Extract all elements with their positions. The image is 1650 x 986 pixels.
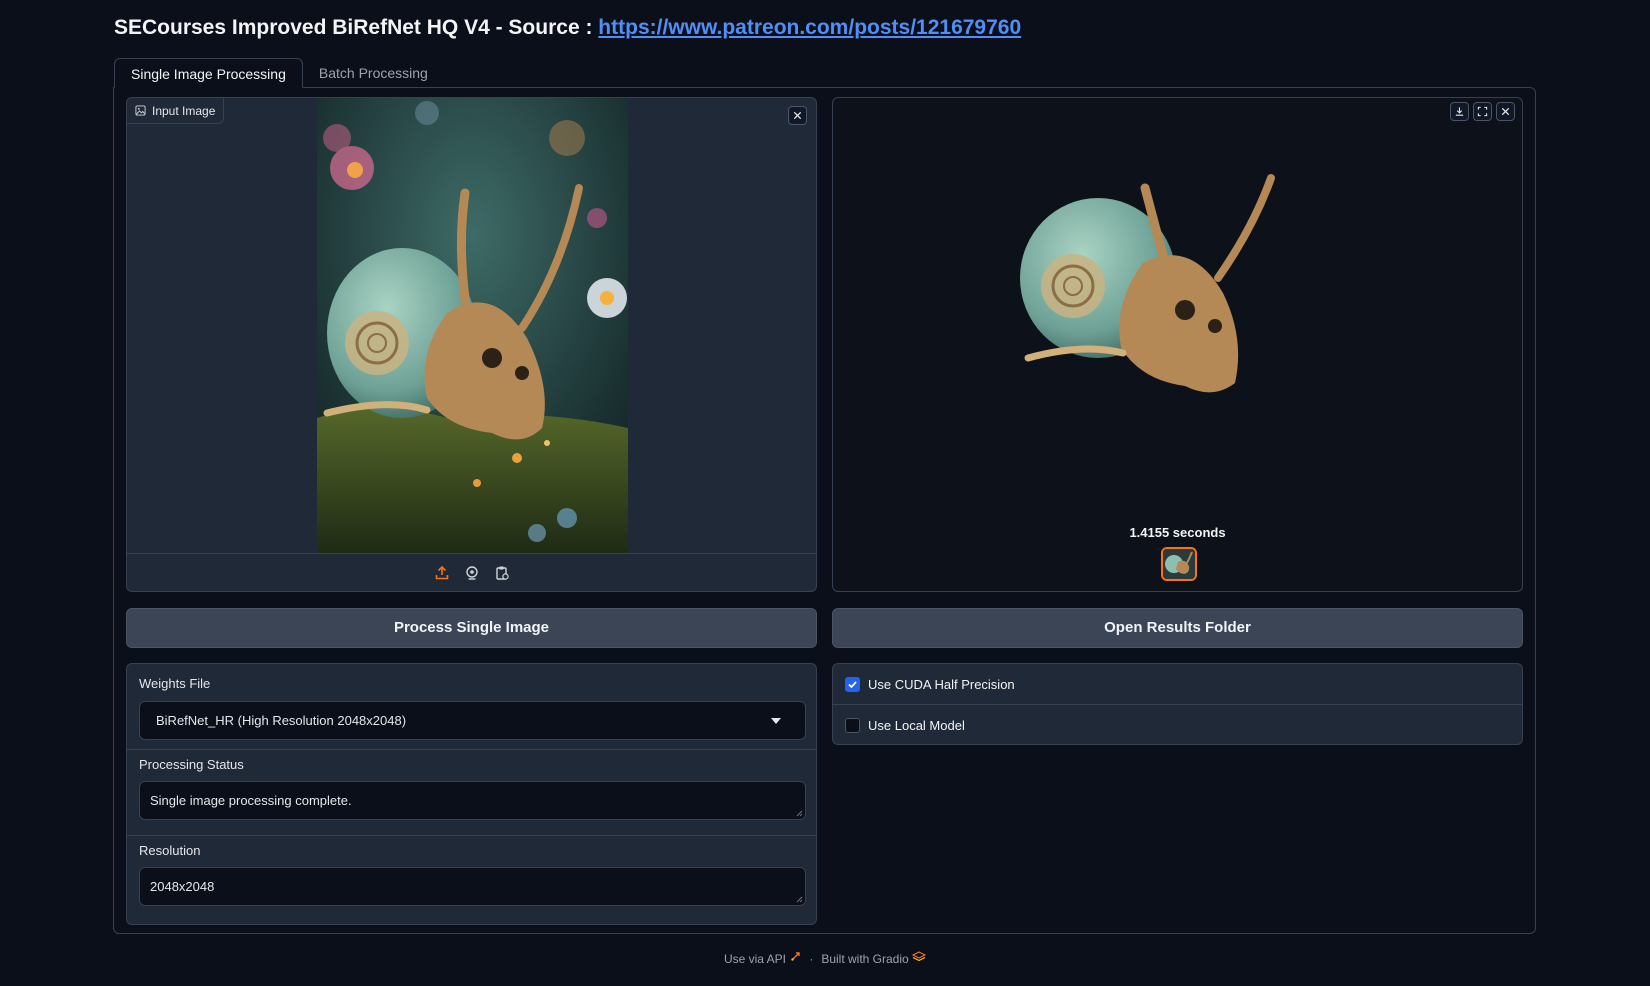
- input-image-preview[interactable]: [317, 98, 628, 553]
- upload-button[interactable]: [432, 563, 452, 583]
- options-block: Use CUDA Half Precision Use Local Model: [832, 663, 1523, 745]
- resize-handle-icon[interactable]: [795, 809, 803, 817]
- built-with-gradio-text: Built with Gradio: [821, 952, 909, 966]
- resolution-textbox[interactable]: 2048x2048: [139, 867, 806, 906]
- input-image-component: Input Image: [126, 97, 817, 592]
- resolution-value: 2048x2048: [150, 879, 215, 894]
- local-model-checkbox[interactable]: [845, 717, 860, 733]
- weights-dropdown[interactable]: BiRefNet_HR (High Resolution 2048x2048): [139, 701, 806, 740]
- weights-label: Weights File: [139, 676, 211, 691]
- footer: Use via API · Built with Gradio: [0, 951, 1650, 966]
- source-link[interactable]: https://www.patreon.com/posts/121679760: [598, 16, 1021, 39]
- input-image-label-text: Input Image: [152, 103, 216, 118]
- clear-input-button[interactable]: [788, 106, 807, 125]
- input-image-label: Input Image: [127, 98, 225, 124]
- gradio-app: SECourses Improved BiRefNet HQ V4 - Sour…: [0, 0, 1650, 986]
- download-icon: [1455, 107, 1464, 116]
- status-label: Processing Status: [139, 757, 244, 772]
- local-model-label: Use Local Model: [868, 717, 965, 733]
- cuda-half-precision-checkbox[interactable]: [845, 676, 860, 692]
- use-via-api-text: Use via API: [723, 952, 786, 966]
- image-icon: [135, 105, 146, 116]
- page-title: SECourses Improved BiRefNet HQ V4 - Sour…: [114, 16, 1021, 40]
- clear-output-button[interactable]: [1496, 102, 1515, 121]
- download-button[interactable]: [1450, 102, 1469, 121]
- tab-single-image[interactable]: Single Image Processing: [114, 58, 303, 88]
- tab-bar: Single Image Processing Batch Processing: [114, 58, 444, 88]
- cuda-half-precision-label: Use CUDA Half Precision: [868, 676, 1015, 692]
- local-model-option[interactable]: Use Local Model: [833, 705, 1522, 744]
- status-textbox[interactable]: Single image processing complete.: [139, 781, 806, 820]
- gallery-thumbnail[interactable]: [1161, 547, 1197, 581]
- built-with-gradio-link[interactable]: Built with Gradio: [821, 951, 927, 966]
- rocket-icon: [791, 952, 801, 961]
- webcam-button[interactable]: [462, 563, 482, 583]
- clipboard-button[interactable]: [492, 563, 512, 583]
- title-text: SECourses Improved BiRefNet HQ V4 - Sour…: [114, 16, 599, 39]
- chevron-down-icon: [771, 718, 781, 724]
- fullscreen-button[interactable]: [1473, 102, 1492, 121]
- status-value: Single image processing complete.: [150, 793, 352, 808]
- divider: [127, 749, 816, 750]
- upload-icon: [435, 565, 448, 579]
- clipboard-icon: [495, 566, 509, 580]
- cuda-half-precision-option[interactable]: Use CUDA Half Precision: [833, 664, 1522, 704]
- output-image-preview[interactable]: [1013, 168, 1283, 418]
- checkmark-icon: [848, 680, 857, 688]
- use-via-api-link[interactable]: Use via API: [724, 951, 801, 966]
- weights-selected-value: BiRefNet_HR (High Resolution 2048x2048): [156, 713, 407, 728]
- open-results-folder-button[interactable]: Open Results Folder: [832, 608, 1523, 648]
- input-source-toolbar: [127, 553, 816, 591]
- close-icon: [793, 111, 802, 120]
- webcam-icon: [465, 565, 478, 580]
- divider: [127, 835, 816, 836]
- resolution-label: Resolution: [139, 843, 201, 858]
- process-single-image-button[interactable]: Process Single Image: [126, 608, 817, 648]
- fullscreen-icon: [1477, 106, 1488, 117]
- output-gallery: 1.4155 seconds: [832, 97, 1523, 592]
- footer-separator: ·: [809, 951, 814, 966]
- settings-form: Weights File BiRefNet_HR (High Resolutio…: [126, 663, 817, 925]
- processing-time-caption: 1.4155 seconds: [1129, 525, 1226, 540]
- gradio-logo-icon: [911, 951, 927, 962]
- close-icon: [1501, 107, 1510, 116]
- tab-batch-processing[interactable]: Batch Processing: [303, 58, 444, 88]
- resize-handle-icon[interactable]: [795, 895, 803, 903]
